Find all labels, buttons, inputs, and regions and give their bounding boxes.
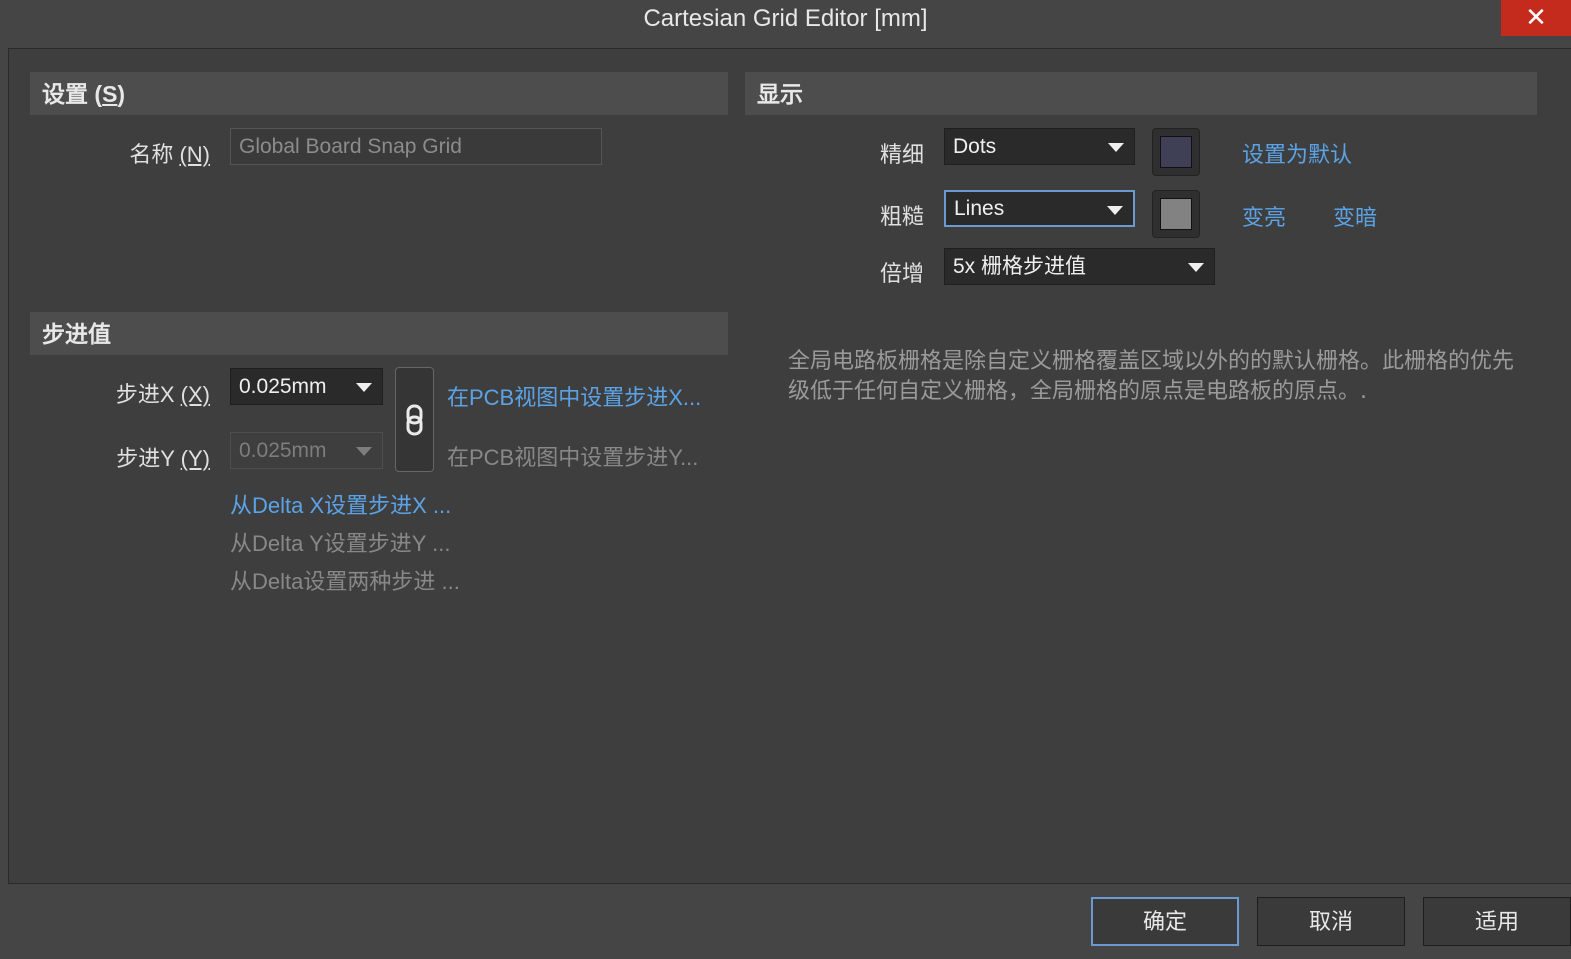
set-step-x-in-pcb-link[interactable]: 在PCB视图中设置步进X... bbox=[447, 380, 701, 412]
fine-style-combo[interactable]: Dots bbox=[944, 128, 1135, 165]
step-x-label: 步进X (X) bbox=[115, 382, 210, 407]
set-step-y-in-pcb-link: 在PCB视图中设置步进Y... bbox=[447, 445, 699, 470]
chevron-down-icon bbox=[1188, 263, 1204, 272]
fine-color-swatch bbox=[1160, 136, 1192, 168]
chevron-down-icon bbox=[1108, 143, 1124, 152]
chevron-down-icon bbox=[356, 383, 372, 392]
step-y-combo[interactable]: 0.025mm bbox=[230, 432, 383, 469]
grid-description: 全局电路板栅格是除自定义栅格覆盖区域以外的的默认栅格。此栅格的优先级低于任何自定… bbox=[788, 349, 1515, 404]
step-y-label: 步进Y (Y) bbox=[116, 446, 210, 471]
coarse-color-button[interactable] bbox=[1152, 190, 1200, 238]
multiplier-label: 倍增 bbox=[879, 261, 924, 286]
multiplier-combo[interactable]: 5x 栅格步进值 bbox=[944, 248, 1215, 285]
multiplier-value: 5x 栅格步进值 bbox=[953, 255, 1087, 278]
chevron-down-icon bbox=[356, 447, 372, 456]
settings-header: 设置 (S) bbox=[30, 72, 728, 115]
close-button[interactable]: ✕ bbox=[1501, 0, 1571, 36]
title-bar: Cartesian Grid Editor [mm] ✕ bbox=[0, 0, 1571, 48]
chevron-down-icon bbox=[1107, 206, 1123, 215]
step-x-value: 0.025mm bbox=[239, 375, 327, 398]
fine-color-button[interactable] bbox=[1152, 128, 1200, 176]
step-header: 步进值 bbox=[30, 312, 728, 355]
lighter-link[interactable]: 变亮 bbox=[1242, 200, 1286, 232]
set-step-from-delta-x-link[interactable]: 从Delta X设置步进X ... bbox=[230, 488, 451, 520]
close-icon: ✕ bbox=[1525, 2, 1547, 32]
coarse-style-combo[interactable]: Lines bbox=[944, 190, 1135, 227]
darker-link[interactable]: 变暗 bbox=[1333, 200, 1377, 232]
ok-button[interactable]: 确定 bbox=[1091, 897, 1239, 946]
coarse-label: 粗糙 bbox=[879, 204, 924, 229]
name-label: 名称 (N) bbox=[129, 142, 210, 167]
step-x-combo[interactable]: 0.025mm bbox=[230, 368, 383, 405]
fine-style-value: Dots bbox=[953, 135, 997, 158]
chain-link-icon bbox=[406, 404, 423, 436]
window-title: Cartesian Grid Editor [mm] bbox=[643, 5, 928, 32]
fine-label: 精细 bbox=[879, 142, 924, 167]
set-both-steps-from-delta-link: 从Delta设置两种步进 ... bbox=[230, 569, 460, 594]
set-as-default-link[interactable]: 设置为默认 bbox=[1242, 137, 1352, 169]
coarse-style-value: Lines bbox=[954, 197, 1005, 220]
cancel-button[interactable]: 取消 bbox=[1257, 897, 1405, 946]
set-step-from-delta-y-link: 从Delta Y设置步进Y ... bbox=[230, 531, 451, 556]
apply-button[interactable]: 适用 bbox=[1423, 897, 1571, 946]
name-field[interactable]: Global Board Snap Grid bbox=[230, 128, 602, 165]
step-y-value: 0.025mm bbox=[239, 439, 327, 462]
link-xy-toggle[interactable] bbox=[395, 367, 434, 472]
display-header: 显示 bbox=[745, 72, 1537, 115]
coarse-color-swatch bbox=[1160, 198, 1192, 230]
